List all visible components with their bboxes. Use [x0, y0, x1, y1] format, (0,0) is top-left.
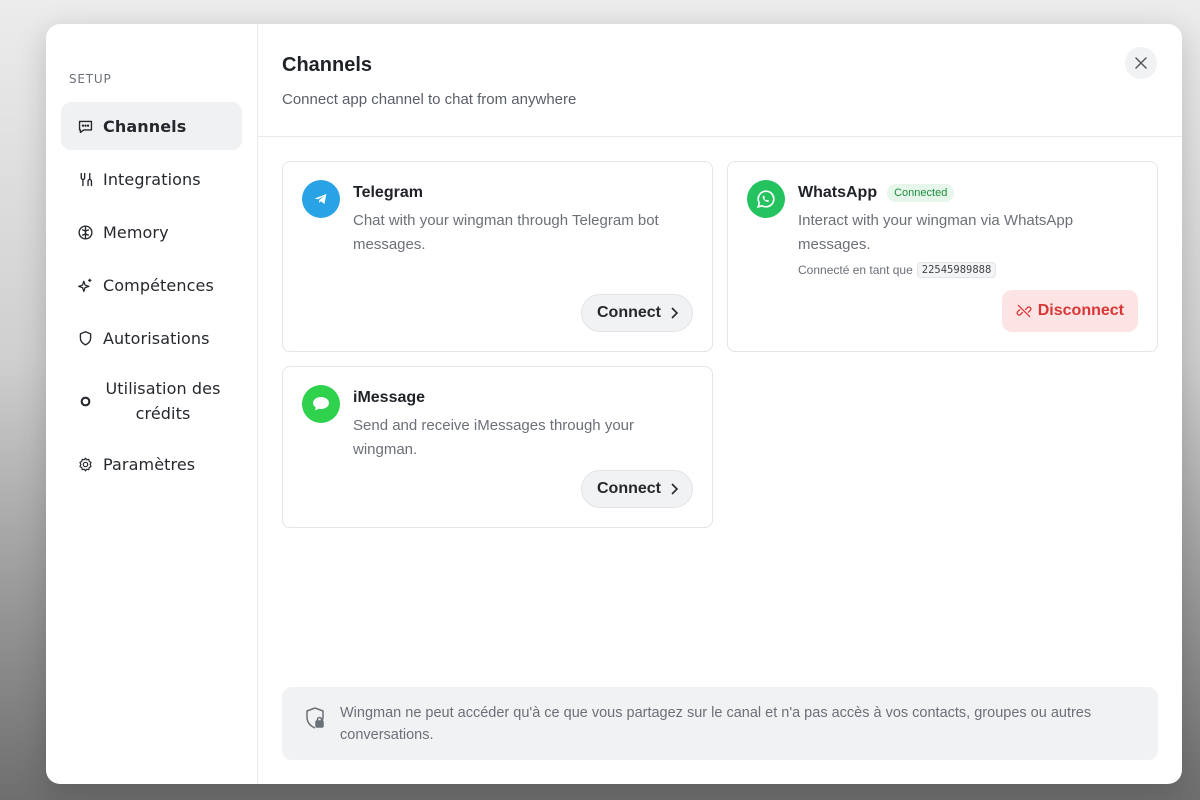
page-subtitle: Connect app channel to chat from anywher… [282, 91, 577, 108]
channel-name: iMessage [353, 389, 426, 406]
imessage-icon [302, 385, 340, 423]
channel-description: Chat with your wingman through Telegram … [353, 212, 659, 253]
close-icon [1135, 57, 1147, 69]
connected-as-label: Connecté en tant que [798, 263, 913, 277]
dot-icon [76, 392, 94, 410]
channel-description: Interact with your wingman via WhatsApp … [798, 212, 1074, 253]
sidebar-item-competences[interactable]: Compétences [61, 261, 242, 309]
unlink-icon [1016, 304, 1032, 318]
sidebar-item-label: Autorisations [103, 328, 210, 348]
brain-icon [76, 223, 94, 241]
chevron-right-icon [671, 483, 678, 495]
channel-card-imessage: iMessage Send and receive iMessages thro… [282, 366, 713, 528]
button-label: Disconnect [1037, 302, 1124, 319]
close-button[interactable] [1125, 47, 1157, 79]
connected-as: Connecté en tant que 22545989888 [798, 262, 1137, 278]
telegram-connect-button[interactable]: Connect [581, 294, 693, 332]
phone-number: 22545989888 [916, 262, 997, 278]
main-panel: Channels Connect app channel to chat fro… [258, 24, 1182, 784]
sidebar-item-credits[interactable]: Utilisation des crédits [61, 367, 242, 435]
sidebar: SETUP Channels Integrations Memory Compé… [46, 24, 258, 784]
sidebar-item-memory[interactable]: Memory [61, 208, 242, 256]
status-badge: Connected [887, 184, 955, 202]
gear-icon [76, 455, 94, 473]
sidebar-item-label: Integrations [103, 169, 201, 189]
sidebar-section-label: SETUP [69, 72, 112, 86]
privacy-notice: Wingman ne peut accéder qu'à ce que vous… [282, 687, 1158, 760]
channel-name: WhatsApp [798, 184, 878, 201]
notice-text: Wingman ne peut accéder qu'à ce que vous… [340, 705, 1092, 743]
sidebar-item-autorisations[interactable]: Autorisations [61, 314, 242, 362]
telegram-icon [302, 180, 340, 218]
card-body: WhatsApp Connected Interact with your wi… [798, 184, 1137, 278]
shield-lock-icon [306, 707, 324, 729]
whatsapp-disconnect-button[interactable]: Disconnect [1001, 290, 1138, 332]
shield-icon [76, 329, 94, 347]
page-title: Channels [282, 54, 373, 76]
card-body: iMessage Send and receive iMessages thro… [353, 389, 692, 462]
card-body: Telegram Chat with your wingman through … [353, 184, 692, 257]
sidebar-item-label: Utilisation des crédits [105, 379, 221, 423]
channel-card-telegram: Telegram Chat with your wingman through … [282, 161, 713, 352]
sidebar-item-channels[interactable]: Channels [61, 102, 242, 150]
chevron-right-icon [671, 307, 678, 319]
whatsapp-icon [747, 180, 785, 218]
sidebar-item-label: Paramètres [103, 454, 196, 474]
button-label: Connect [597, 304, 661, 321]
imessage-connect-button[interactable]: Connect [581, 470, 693, 508]
sidebar-item-integrations[interactable]: Integrations [61, 155, 242, 203]
integrations-icon [76, 170, 94, 188]
sidebar-item-label: Compétences [103, 275, 214, 295]
panel-header: Channels Connect app channel to chat fro… [258, 24, 1182, 137]
sidebar-item-label: Channels [103, 116, 187, 136]
button-label: Connect [597, 480, 661, 497]
channel-card-whatsapp: WhatsApp Connected Interact with your wi… [727, 161, 1158, 352]
settings-modal: SETUP Channels Integrations Memory Compé… [46, 24, 1182, 784]
channel-description: Send and receive iMessages through your … [353, 417, 635, 458]
sidebar-item-label: Memory [103, 222, 169, 242]
chat-icon [76, 117, 94, 135]
sidebar-item-parametres[interactable]: Paramètres [61, 440, 242, 488]
channel-name: Telegram [353, 184, 423, 201]
sparkle-icon [76, 276, 94, 294]
